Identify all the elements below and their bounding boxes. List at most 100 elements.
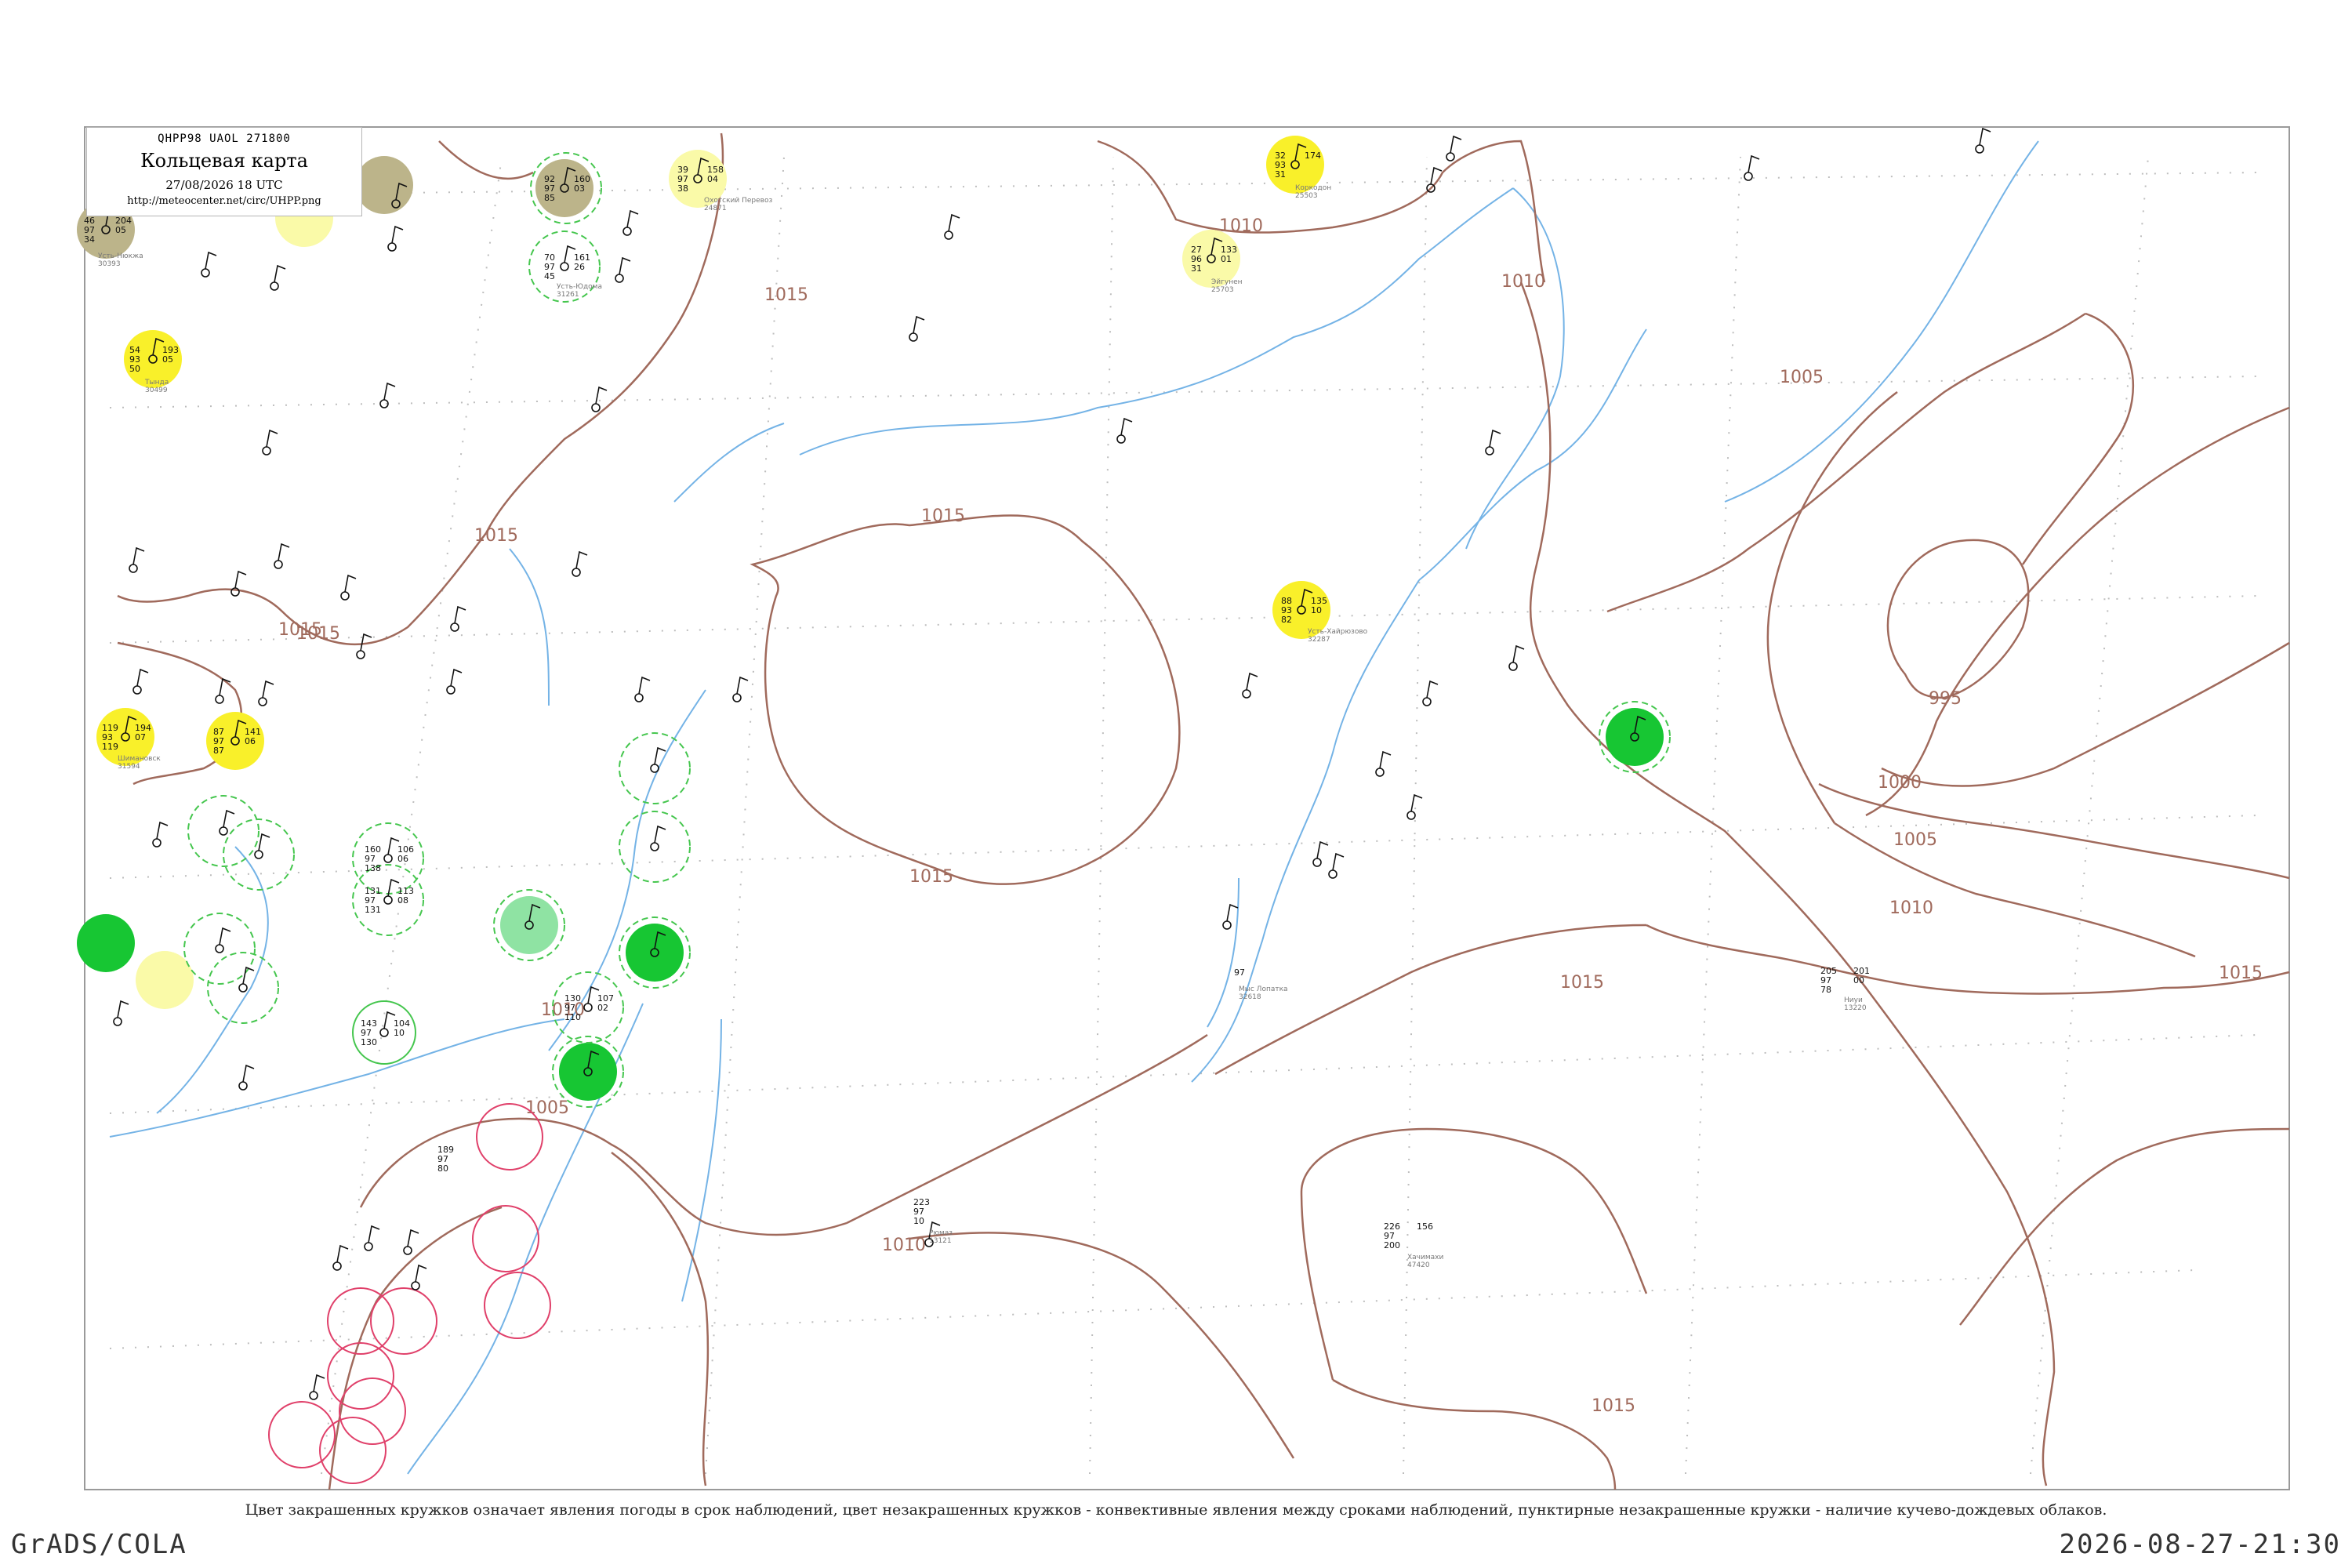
wind-barb — [638, 676, 651, 695]
wind-barb — [258, 833, 270, 851]
station-dew: 38 — [677, 183, 688, 194]
station-name: Тында — [144, 379, 169, 387]
station-name: Усть-Нюкжа — [98, 252, 143, 260]
thunderstorm-circle — [476, 1103, 543, 1171]
station-marker — [215, 944, 224, 953]
isobar-label: 1005 — [1780, 368, 1824, 387]
wind-barb — [407, 1229, 419, 1247]
cb-cloud-circle — [619, 732, 691, 804]
station-name: Хачимахи — [1407, 1254, 1443, 1261]
station-marker — [634, 693, 644, 702]
wind-barb — [1246, 672, 1258, 691]
station-marker — [254, 850, 263, 859]
station-dew: 31 — [1191, 263, 1202, 274]
station-marker — [591, 403, 601, 412]
station-marker — [387, 242, 397, 252]
station-marker — [1312, 858, 1322, 867]
wind-barb — [1748, 154, 1760, 173]
station-marker — [1975, 144, 1984, 154]
station-marker — [1222, 920, 1232, 930]
station-marker — [238, 1081, 248, 1091]
wind-barb — [1379, 750, 1392, 769]
cb-cloud-circle — [187, 795, 260, 867]
station-id: 32287 — [1308, 636, 1330, 644]
wind-barb — [948, 213, 960, 232]
pale-yellow-station-circle — [136, 951, 194, 1009]
thunderstorm-circle — [472, 1205, 539, 1272]
cb-cloud-circle — [619, 811, 691, 883]
wind-barb — [450, 668, 463, 687]
station-plot: 70 97 45 161 26 Усть-Юдома 31261 — [544, 252, 602, 299]
station-tendency: 02 — [597, 1003, 608, 1013]
isobar-label: 1015 — [1592, 1396, 1635, 1416]
map-source-link[interactable]: http://meteocenter.net/circ/UHPP.png — [87, 195, 361, 207]
wind-barb — [1120, 417, 1133, 436]
cb-cloud-circle — [207, 952, 279, 1024]
station-id: 25503 — [1295, 192, 1318, 200]
station-tendency: 05 — [162, 354, 173, 365]
station-name: Рюмаз — [929, 1229, 953, 1237]
synoptic-map[interactable]: 1015 1015 1015 1015 1015 1010 1010 1010 … — [0, 0, 2352, 1568]
station-dew: 110 — [564, 1012, 581, 1022]
wind-barb — [368, 1225, 380, 1243]
map-title-box: QHPP98 UAOL 271800 Кольцевая карта 27/08… — [86, 127, 362, 216]
station-marker — [446, 685, 456, 695]
station-marker — [340, 591, 350, 601]
station-dew: 78 — [1820, 985, 1831, 995]
isobar-label: 1005 — [1893, 830, 1937, 850]
graticule — [109, 156, 2259, 1475]
station-marker — [215, 695, 224, 704]
wind-barb — [1512, 644, 1525, 663]
station-dew: 119 — [102, 742, 118, 752]
isobar-label: 1010 — [1501, 272, 1545, 292]
wind-barb — [344, 574, 357, 593]
station-plots — [101, 127, 1991, 1400]
station-dew: 45 — [544, 271, 555, 281]
station-marker — [1508, 662, 1518, 671]
station-marker — [411, 1281, 420, 1290]
station-marker — [650, 842, 659, 851]
green-station-circle — [626, 924, 684, 982]
wind-barb — [1979, 127, 1991, 146]
station-name: Эйгунен — [1211, 278, 1243, 286]
wind-barb — [132, 546, 145, 565]
station-id: 32618 — [1239, 993, 1261, 1001]
station-marker — [113, 1017, 122, 1026]
station-marker — [583, 1003, 593, 1012]
station-name: Коркодон — [1295, 184, 1331, 192]
station-dew: 200 — [1384, 1240, 1400, 1250]
map-datetime: 27/08/2026 18 UTC — [165, 178, 283, 192]
station-plot: 189 97 80 — [437, 1145, 454, 1174]
isobar-label: 1010 — [1219, 216, 1263, 236]
station-id: 30499 — [145, 387, 168, 394]
wind-barb — [1316, 840, 1329, 859]
isobar-label: 1015 — [296, 624, 340, 644]
wind-barb — [1226, 903, 1239, 922]
station-tendency: 07 — [135, 732, 146, 742]
station-marker — [383, 895, 393, 905]
green-station-circle — [77, 914, 135, 972]
station-tendency: 05 — [115, 225, 126, 235]
wind-barb — [626, 209, 639, 228]
wind-barb — [1332, 852, 1345, 871]
isobar-label: 995 — [1929, 689, 1962, 709]
isobar-label: 1010 — [1889, 898, 1933, 918]
wind-barb — [595, 386, 608, 405]
station-name: Шимановск — [118, 755, 161, 763]
station-pressure: 174 — [1305, 151, 1321, 161]
wind-barb — [223, 809, 235, 828]
isobar-label: 1015 — [921, 506, 965, 526]
wind-barb — [274, 264, 286, 283]
bulletin-code: QHPP98 UAOL 271800 — [158, 132, 291, 145]
station-code-mid: 97 — [1234, 967, 1245, 978]
wind-barb — [1426, 680, 1439, 699]
station-marker — [356, 650, 365, 659]
station-tendency: 10 — [1311, 605, 1322, 615]
station-name: Усть-Юдома — [557, 283, 602, 291]
station-marker — [238, 983, 248, 993]
wind-barb — [313, 1374, 325, 1392]
isobar-label: 1015 — [1560, 973, 1604, 993]
station-marker — [1328, 869, 1338, 879]
station-marker — [274, 560, 283, 569]
station-dew: 82 — [1281, 615, 1292, 625]
